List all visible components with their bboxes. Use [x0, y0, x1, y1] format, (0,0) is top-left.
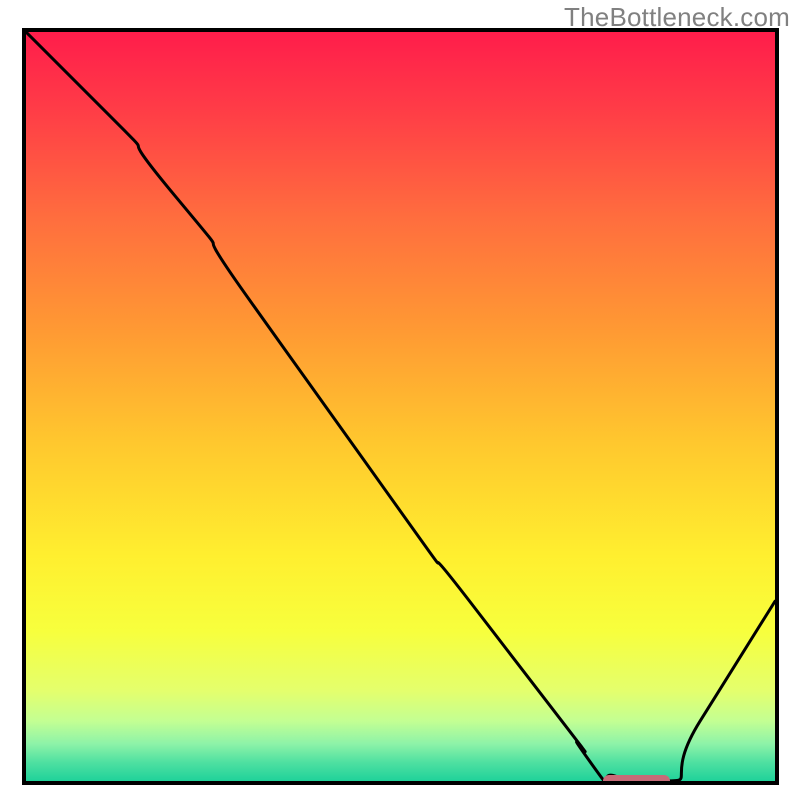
optimal-range-marker [603, 775, 670, 785]
watermark-text: TheBottleneck.com [564, 2, 790, 33]
chart-background-gradient [26, 32, 775, 781]
chart-plot-area [22, 28, 779, 785]
